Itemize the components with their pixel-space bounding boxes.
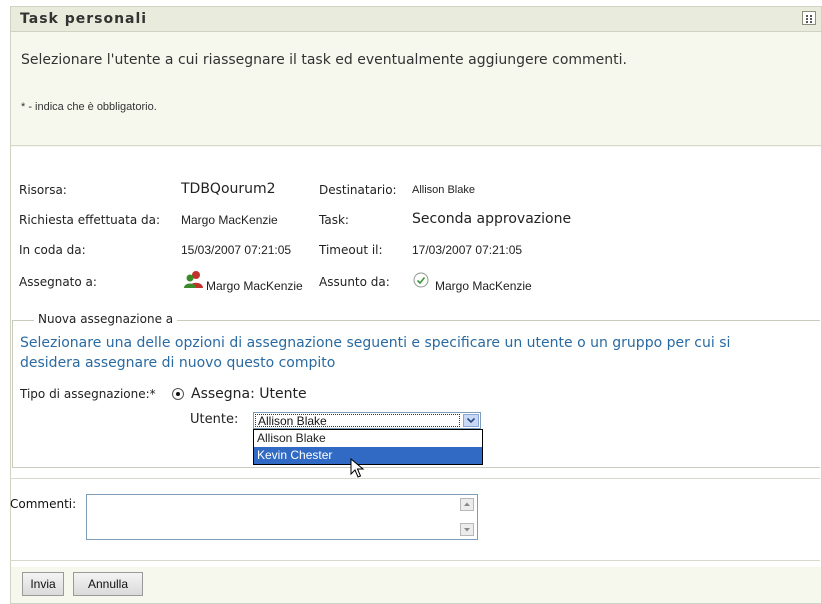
checkmark-icon [413, 272, 429, 288]
task-label: Task: [319, 213, 349, 227]
required-note: * - indica che è obbligatorio. [21, 101, 157, 113]
panel-title: Task personali [20, 11, 148, 27]
submit-button[interactable]: Invia [22, 572, 64, 596]
assegnato-label: Assegnato a: [19, 275, 97, 289]
assign-user-option[interactable]: Assegna: Utente [191, 386, 307, 402]
comments-label: Commenti: [10, 497, 77, 511]
scroll-up-icon[interactable] [460, 498, 474, 511]
user-label: Utente: [190, 412, 239, 427]
assegnato-value: Margo MacKenzie [206, 279, 303, 293]
user-group-icon [184, 271, 203, 288]
cancel-button[interactable]: Annulla [73, 572, 143, 596]
task-value: Seconda approvazione [412, 211, 572, 227]
user-dropdown-list: Allison Blake Kevin Chester [253, 429, 483, 465]
dropdown-option-highlighted[interactable]: Kevin Chester [254, 447, 482, 464]
assignment-type-label: Tipo di assegnazione:* [20, 387, 156, 401]
mouse-cursor-icon [350, 458, 365, 478]
timeout-value: 17/03/2007 07:21:05 [412, 243, 523, 257]
timeout-label: Timeout il: [319, 243, 383, 257]
assign-user-radio[interactable] [172, 388, 184, 400]
buttons-divider [10, 560, 820, 561]
panel-menu-icon[interactable] [802, 11, 816, 25]
user-select-value: Allison Blake [255, 414, 460, 427]
richiesta-value: Margo MacKenzie [181, 213, 278, 227]
assunto-label: Assunto da: [319, 275, 390, 289]
header-divider [11, 145, 821, 146]
scroll-down-icon[interactable] [460, 523, 474, 536]
assunto-value: Margo MacKenzie [435, 279, 532, 293]
reassign-legend: Nuova assegnazione a [34, 312, 178, 326]
risorsa-label: Risorsa: [19, 183, 67, 197]
destinatario-label: Destinatario: [319, 183, 397, 197]
intro-text: Selezionare l'utente a cui riassegnare i… [21, 52, 627, 68]
comments-textarea[interactable] [86, 494, 478, 540]
panel-title-bar: Task personali [11, 7, 821, 32]
dropdown-option[interactable]: Allison Blake [254, 430, 482, 447]
comments-divider [10, 478, 820, 479]
reassign-instructions: Selezionare una delle opzioni di assegna… [20, 335, 731, 371]
destinatario-value: Allison Blake [412, 184, 475, 196]
chevron-down-icon[interactable] [463, 414, 479, 427]
richiesta-label: Richiesta effettuata da: [19, 213, 161, 227]
coda-value: 15/03/2007 07:21:05 [181, 243, 292, 257]
risorsa-value: TDBQourum2 [181, 181, 276, 197]
coda-label: In coda da: [19, 243, 86, 257]
user-select[interactable]: Allison Blake [253, 412, 481, 429]
